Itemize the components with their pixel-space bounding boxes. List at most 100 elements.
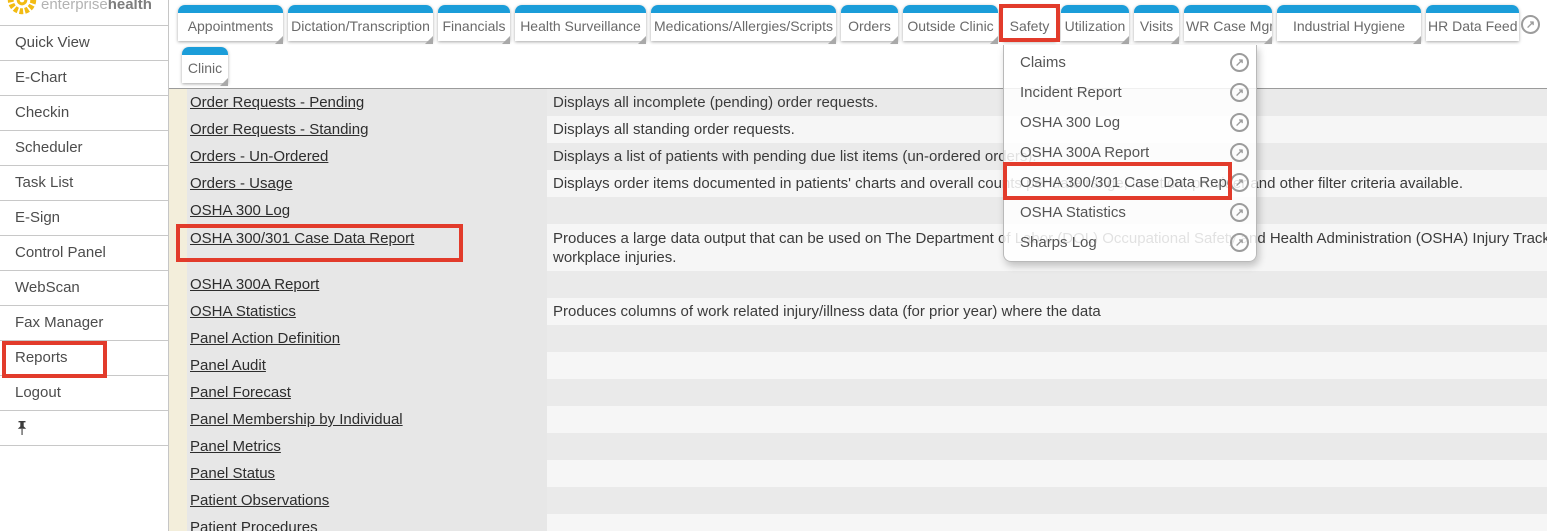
open-in-new-icon[interactable]: ↗	[1521, 15, 1540, 34]
report-link[interactable]: OSHA 300 Log	[190, 202, 290, 219]
sidebar-item-e-sign[interactable]: E-Sign	[0, 201, 168, 236]
tab-accent-bar	[1061, 5, 1129, 13]
sidebar-item-e-chart[interactable]: E-Chart	[0, 61, 168, 96]
logo-row: enterprisehealth	[0, 0, 168, 26]
tab-label: Health Surveillance	[515, 13, 646, 41]
tab-accent-bar	[288, 5, 433, 13]
sidebar-item-logout[interactable]: Logout	[0, 376, 168, 411]
tab-safety[interactable]: Safety	[1003, 5, 1056, 41]
menu-item-osha-statistics[interactable]: OSHA Statistics↗	[1004, 197, 1256, 227]
table-row: Order Requests - PendingDisplays all inc…	[169, 89, 1547, 116]
table-row: OSHA Statistics Produces columns of work …	[169, 298, 1547, 325]
report-link[interactable]: OSHA 300A Report	[190, 276, 319, 293]
tab-label: Medications/Allergies/Scripts	[651, 13, 836, 41]
sidebar: enterprisehealth Quick View E-Chart Chec…	[0, 0, 169, 531]
sidebar-item-task-list[interactable]: Task List	[0, 166, 168, 201]
tab-accent-bar	[1426, 5, 1519, 13]
report-link[interactable]: Patient Observations	[190, 492, 329, 509]
report-link[interactable]: Orders - Un-Ordered	[190, 148, 328, 165]
tab-visits[interactable]: Visits	[1134, 5, 1179, 41]
tab-accent-bar	[841, 5, 898, 13]
tab-orders[interactable]: Orders	[841, 5, 898, 41]
report-description	[547, 433, 1547, 460]
tab-utilization[interactable]: Utilization	[1061, 5, 1129, 41]
sidebar-item-quick-view[interactable]: Quick View	[0, 26, 168, 61]
tab-label: Orders	[841, 13, 898, 41]
menu-item-label: Claims	[1020, 54, 1066, 71]
menu-item-osha-300-log[interactable]: OSHA 300 Log ↗	[1004, 107, 1256, 137]
sidebar-item-fax-manager[interactable]: Fax Manager	[0, 306, 168, 341]
tab-label: Industrial Hygiene	[1277, 13, 1421, 41]
sidebar-item-scheduler[interactable]: Scheduler	[0, 131, 168, 166]
report-link[interactable]: OSHA Statistics	[190, 303, 296, 320]
left-strip	[169, 143, 187, 170]
tab-accent-bar	[1277, 5, 1421, 13]
open-in-new-icon[interactable]: ↗	[1230, 143, 1249, 162]
pushpin-icon	[15, 420, 29, 437]
report-description: Produces columns of work related injury/…	[547, 298, 1547, 325]
tab-hr-data-feed[interactable]: HR Data Feed	[1426, 5, 1519, 41]
tab-dictation-transcription[interactable]: Dictation/Transcription	[288, 5, 433, 41]
menu-item-label: OSHA 300 Log	[1020, 114, 1120, 131]
tab-appointments[interactable]: Appointments	[178, 5, 283, 41]
menu-item-osha-300a-report[interactable]: OSHA 300A Report ↗	[1004, 137, 1256, 167]
menu-item-label: Sharps Log	[1020, 234, 1097, 251]
tab-label: Outside Clinic	[903, 13, 998, 41]
report-link[interactable]: Orders - Usage	[190, 175, 293, 192]
report-link-osha-300-301[interactable]: OSHA 300/301 Case Data Report	[190, 230, 414, 247]
table-row: Orders - Un-OrderedDisplays a list of pa…	[169, 143, 1547, 170]
tab-label: Appointments	[178, 13, 283, 41]
sidebar-item-control-panel[interactable]: Control Panel	[0, 236, 168, 271]
enterprise-health-app: enterprisehealth Quick View E-Chart Chec…	[0, 0, 1547, 531]
report-link[interactable]: Panel Metrics	[190, 438, 281, 455]
report-link[interactable]: Panel Membership by Individual	[190, 411, 403, 428]
sidebar-item-reports[interactable]: Reports	[0, 341, 168, 376]
menu-item-sharps-log[interactable]: Sharps Log ↗	[1004, 227, 1256, 257]
report-description	[547, 406, 1547, 433]
tab-wr-case-mgmt[interactable]: WR Case Mgmt	[1184, 5, 1272, 41]
table-row: Panel Status	[169, 460, 1547, 487]
report-link[interactable]: Order Requests - Standing	[190, 121, 368, 138]
table-row: Order Requests - StandingDisplays all st…	[169, 116, 1547, 143]
menu-item-label: OSHA 300/301 Case Data Report	[1020, 174, 1230, 191]
tab-industrial-hygiene[interactable]: Industrial Hygiene	[1277, 5, 1421, 41]
report-description	[547, 379, 1547, 406]
open-in-new-icon[interactable]: ↗	[1230, 203, 1249, 222]
left-strip	[169, 224, 187, 271]
report-link[interactable]: Panel Action Definition	[190, 330, 340, 347]
tab-medications-allergies-scripts[interactable]: Medications/Allergies/Scripts	[651, 5, 836, 41]
sidebar-item-checkin[interactable]: Checkin	[0, 96, 168, 131]
open-in-new-icon[interactable]: ↗	[1230, 53, 1249, 72]
open-in-new-icon[interactable]: ↗	[1230, 113, 1249, 132]
tab-accent-bar	[903, 5, 998, 13]
open-in-new-icon[interactable]: ↗	[1230, 233, 1249, 252]
menu-item-label: Incident Report	[1020, 84, 1122, 101]
left-strip	[169, 271, 187, 298]
menu-item-label: OSHA 300A Report	[1020, 144, 1149, 161]
report-description	[547, 487, 1547, 514]
tab-clinic[interactable]: Clinic	[182, 47, 228, 83]
report-link[interactable]: Panel Forecast	[190, 384, 291, 401]
menu-item-claims[interactable]: Claims ↗	[1004, 47, 1256, 77]
tab-label: Financials	[438, 13, 510, 41]
left-strip	[169, 433, 187, 460]
menu-item-incident-report[interactable]: Incident Report ↗	[1004, 77, 1256, 107]
open-in-new-icon[interactable]: ↗	[1230, 173, 1249, 192]
open-in-new-icon[interactable]: ↗	[1230, 83, 1249, 102]
tab-outside-clinic[interactable]: Outside Clinic	[903, 5, 998, 41]
main-tab-bar: Appointments Dictation/Transcription Fin…	[169, 0, 1547, 45]
menu-item-osha-300-301-case-data-report[interactable]: OSHA 300/301 Case Data Report ↗	[1004, 167, 1256, 197]
tab-accent-bar	[1003, 5, 1056, 13]
report-link[interactable]: Order Requests - Pending	[190, 94, 364, 111]
report-description	[547, 325, 1547, 352]
report-link[interactable]: Panel Status	[190, 465, 275, 482]
left-strip	[169, 406, 187, 433]
sub-tab-bar: Clinic	[169, 45, 1547, 88]
report-link[interactable]: Patient Procedures	[190, 519, 318, 531]
report-link[interactable]: Panel Audit	[190, 357, 266, 374]
tab-financials[interactable]: Financials	[438, 5, 510, 41]
tab-health-surveillance[interactable]: Health Surveillance	[515, 5, 646, 41]
sidebar-item-webscan[interactable]: WebScan	[0, 271, 168, 306]
left-strip	[169, 197, 187, 224]
sidebar-pin-button[interactable]	[0, 411, 168, 446]
